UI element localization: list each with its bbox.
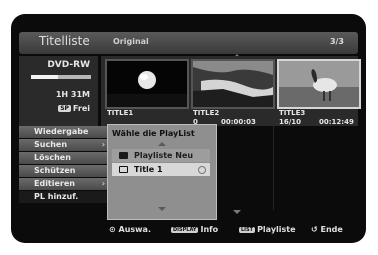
grid-divider xyxy=(273,126,274,210)
playlist-icon xyxy=(119,166,128,173)
waterfall-image xyxy=(193,61,273,107)
return-icon: ↺ xyxy=(311,225,318,234)
title-thumbnails: TITLE1 TITLE2 0 00:00:03 TITLE3 16/10 00… xyxy=(101,56,361,126)
menu-item-add-playlist[interactable]: PL hinzuf. xyxy=(19,191,109,203)
playlist-option-label: Title 1 xyxy=(134,165,163,174)
popup-scroll-down-icon[interactable] xyxy=(158,207,166,211)
menu-item-delete[interactable]: Löschen xyxy=(19,152,109,164)
menu-item-label: Wiedergabe xyxy=(34,127,89,136)
disc-type: DVD-RW xyxy=(47,60,90,70)
remaining-time: 1H 31M xyxy=(55,90,90,99)
menu-item-edit[interactable]: Editieren › xyxy=(19,178,109,190)
playlist-option-label: Playliste Neu xyxy=(134,151,194,160)
menu-item-label: Löschen xyxy=(34,153,71,162)
title-duration-3: 00:12:49 xyxy=(319,118,354,126)
menu-item-label: PL hinzuf. xyxy=(34,192,79,201)
title-thumbnail-1[interactable] xyxy=(105,59,189,109)
select-icon: ⊙ xyxy=(109,225,116,234)
title-name-1: TITLE1 xyxy=(107,109,134,117)
playlist-option-new[interactable]: Playliste Neu xyxy=(112,149,210,162)
disc-info-panel: DVD-RW 1H 31M SP Frei xyxy=(19,56,98,126)
header-bar: Titelliste Original 3/3 xyxy=(19,32,358,54)
title-info-3: 16/10 xyxy=(279,118,302,126)
free-space: SP Frei xyxy=(58,104,90,113)
hint-display-label: Info xyxy=(200,225,219,234)
list-type-label: Original xyxy=(113,37,149,46)
playlist-select-popup: Wähle die PlayList Playliste Neu Title 1 xyxy=(107,124,217,220)
moon-image xyxy=(107,61,187,107)
disc-usage-bar xyxy=(31,75,91,79)
record-mode-badge: SP xyxy=(58,105,71,112)
menu-item-label: Editieren xyxy=(34,179,75,188)
disc-usage-fill xyxy=(31,75,58,79)
title-name-2: TITLE2 xyxy=(193,109,220,117)
selection-dot-icon xyxy=(198,166,206,174)
display-button-badge: DISPLAY xyxy=(171,227,199,233)
menu-item-search[interactable]: Suchen › xyxy=(19,139,109,151)
title-thumbnail-3[interactable] xyxy=(277,59,361,109)
page-indicator: 3/3 xyxy=(329,37,344,46)
hint-select-label: Auswa. xyxy=(118,225,151,234)
list-button-badge: LIST xyxy=(239,227,256,233)
hint-list: LIST Playliste xyxy=(239,225,296,234)
menu-item-label: Suchen xyxy=(34,140,68,149)
playlist-icon xyxy=(119,152,128,159)
page-title: Titelliste xyxy=(39,34,90,48)
menu-item-protect[interactable]: Schützen xyxy=(19,165,109,177)
option-menu: Wiedergabe Suchen › Löschen Schützen Edit… xyxy=(19,126,109,204)
title-duration-2: 00:00:03 xyxy=(221,118,256,126)
chevron-right-icon: › xyxy=(101,179,105,188)
title-name-3: TITLE3 xyxy=(279,109,306,117)
playlist-option-title1[interactable]: Title 1 xyxy=(112,163,210,176)
chevron-right-icon: › xyxy=(101,140,105,149)
hint-display: DISPLAY Info xyxy=(171,225,218,234)
menu-item-play[interactable]: Wiedergabe xyxy=(19,126,109,138)
goose-image xyxy=(279,61,359,107)
hint-return: ↺ Ende xyxy=(311,225,343,234)
popup-scroll-up-icon[interactable] xyxy=(158,142,166,146)
footer-hints: ⊙ Auswa. DISPLAY Info LIST Playliste ↺ End… xyxy=(11,220,366,240)
hint-select: ⊙ Auswa. xyxy=(109,225,151,234)
title-thumbnail-2[interactable] xyxy=(191,59,275,109)
tv-screen: Titelliste Original 3/3 DVD-RW 1H 31M SP… xyxy=(11,14,366,243)
hint-return-label: Ende xyxy=(320,225,343,234)
menu-item-label: Schützen xyxy=(34,166,76,175)
free-label: Frei xyxy=(72,104,90,113)
hint-list-label: Playliste xyxy=(257,225,296,234)
popup-title: Wähle die PlayList xyxy=(112,129,195,138)
scroll-down-icon[interactable] xyxy=(233,210,241,214)
